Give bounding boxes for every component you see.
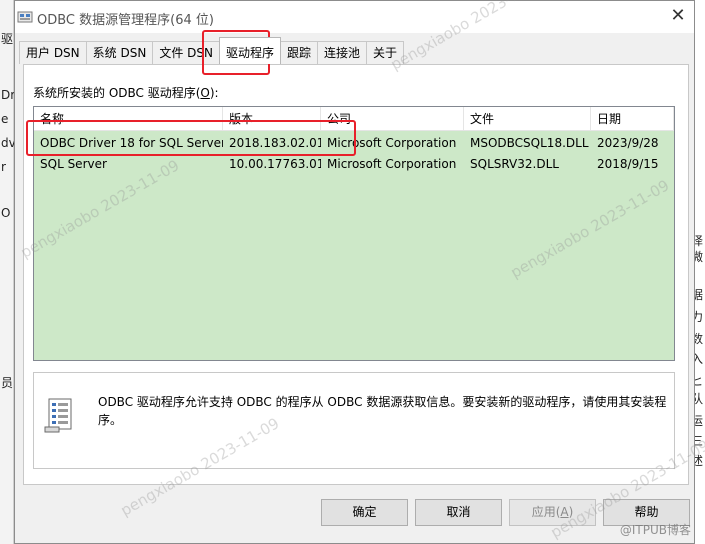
table-row[interactable]: SQL Server 10.00.17763.01 Microsoft Corp… xyxy=(34,154,674,175)
cell-file: MSODBCSQL18.DLL xyxy=(470,136,589,150)
window-title: ODBC 数据源管理程序(64 位) xyxy=(37,13,214,28)
column-header-version[interactable]: 版本 xyxy=(223,107,321,131)
bg-fragment: O xyxy=(1,206,11,220)
cell-company: Microsoft Corporation xyxy=(327,136,457,150)
tab-user-dsn[interactable]: 用户 DSN xyxy=(19,41,87,64)
cell-file: SQLSRV32.DLL xyxy=(470,157,559,171)
cell-company: Microsoft Corporation xyxy=(327,157,457,171)
info-box: ODBC 驱动程序允许支持 ODBC 的程序从 ODBC 数据源获取信息。要安装… xyxy=(33,372,675,469)
tab-system-dsn[interactable]: 系统 DSN xyxy=(85,41,154,64)
driver-document-icon xyxy=(44,398,72,433)
cell-date: 2018/9/15 xyxy=(597,157,659,171)
title-bar[interactable]: ODBC 数据源管理程序(64 位) ✕ xyxy=(15,1,694,33)
info-description: ODBC 驱动程序允许支持 ODBC 的程序从 ODBC 数据源获取信息。要安装… xyxy=(98,395,667,427)
close-button[interactable]: ✕ xyxy=(668,7,688,27)
bg-fragment: e xyxy=(1,112,9,126)
source-credit: @ITPUB博客 xyxy=(619,523,691,537)
label-suffix: ): xyxy=(209,86,219,100)
table-row[interactable]: ODBC Driver 18 for SQL Server 2018.183.0… xyxy=(34,133,674,154)
cell-version: 2018.183.02.01 xyxy=(229,136,321,150)
bg-fragment: 员 xyxy=(1,376,14,390)
tab-drivers[interactable]: 驱动程序 xyxy=(218,37,281,64)
tab-tracing[interactable]: 跟踪 xyxy=(279,41,318,64)
column-header-company[interactable]: 公司 xyxy=(321,107,464,131)
column-header-file[interactable]: 文件 xyxy=(464,107,591,131)
tab-strip: 用户 DSN 系统 DSN 文件 DSN 驱动程序 跟踪 连接池 关于 xyxy=(19,37,405,65)
column-header-date[interactable]: 日期 xyxy=(591,107,674,131)
cell-version: 10.00.17763.01 xyxy=(229,157,321,171)
label-mnemonic: O xyxy=(200,86,210,100)
tab-file-dsn[interactable]: 文件 DSN xyxy=(152,41,220,64)
bg-fragment: 驱 xyxy=(1,32,14,46)
apply-label-prefix: 应用( xyxy=(531,505,561,519)
drivers-list-label: 系统所安装的 ODBC 驱动程序(O): xyxy=(33,84,219,101)
close-icon: ✕ xyxy=(670,5,686,26)
column-header-name[interactable]: 名称 xyxy=(34,107,223,131)
odbc-app-icon xyxy=(17,11,33,23)
drivers-panel: 系统所安装的 ODBC 驱动程序(O): 名称 版本 公司 文件 日期 ODBC… xyxy=(23,64,689,485)
cell-date: 2023/9/28 xyxy=(597,136,659,150)
cell-name: SQL Server xyxy=(40,157,107,171)
tab-connection-pooling[interactable]: 连接池 xyxy=(317,41,368,64)
label-prefix: 系统所安装的 ODBC 驱动程序( xyxy=(33,86,201,100)
background-window-left: 驱 Dr e dv r O 员 xyxy=(0,0,16,544)
cell-name: ODBC Driver 18 for SQL Server xyxy=(40,136,223,150)
odbc-admin-window: ODBC 数据源管理程序(64 位) ✕ 用户 DSN 系统 DSN 文件 DS… xyxy=(14,0,695,544)
ok-button[interactable]: 确定 xyxy=(321,499,408,526)
listview-header: 名称 版本 公司 文件 日期 xyxy=(34,107,674,131)
bg-fragment: r xyxy=(1,160,6,174)
cancel-button[interactable]: 取消 xyxy=(415,499,502,526)
